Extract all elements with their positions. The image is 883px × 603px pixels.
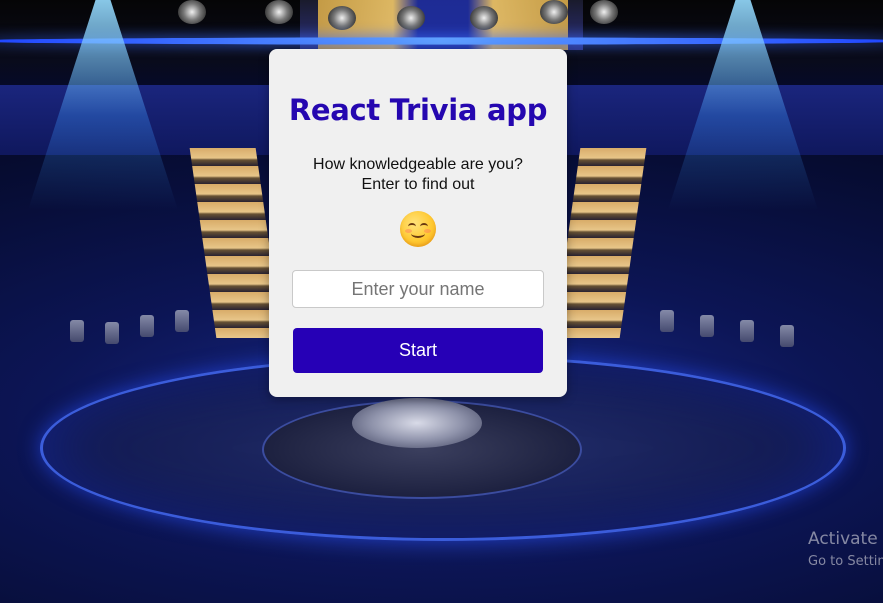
app-title: React Trivia app: [288, 93, 548, 127]
watermark-line-2: Go to Settings to activate Windows.: [808, 554, 883, 569]
watermark-line-1: Activate Windows: [808, 529, 883, 549]
subtitle-line-2: Enter to find out: [361, 176, 475, 193]
start-button[interactable]: Start: [293, 328, 543, 373]
subtitle-line-1: How knowledgeable are you?: [313, 156, 523, 173]
trivia-start-card: React Trivia app How knowledgeable are y…: [269, 49, 567, 397]
name-input[interactable]: [292, 270, 544, 308]
windows-activation-watermark: Activate Windows Go to Settings to activ…: [808, 528, 883, 571]
smiling-face-icon: [400, 211, 436, 247]
